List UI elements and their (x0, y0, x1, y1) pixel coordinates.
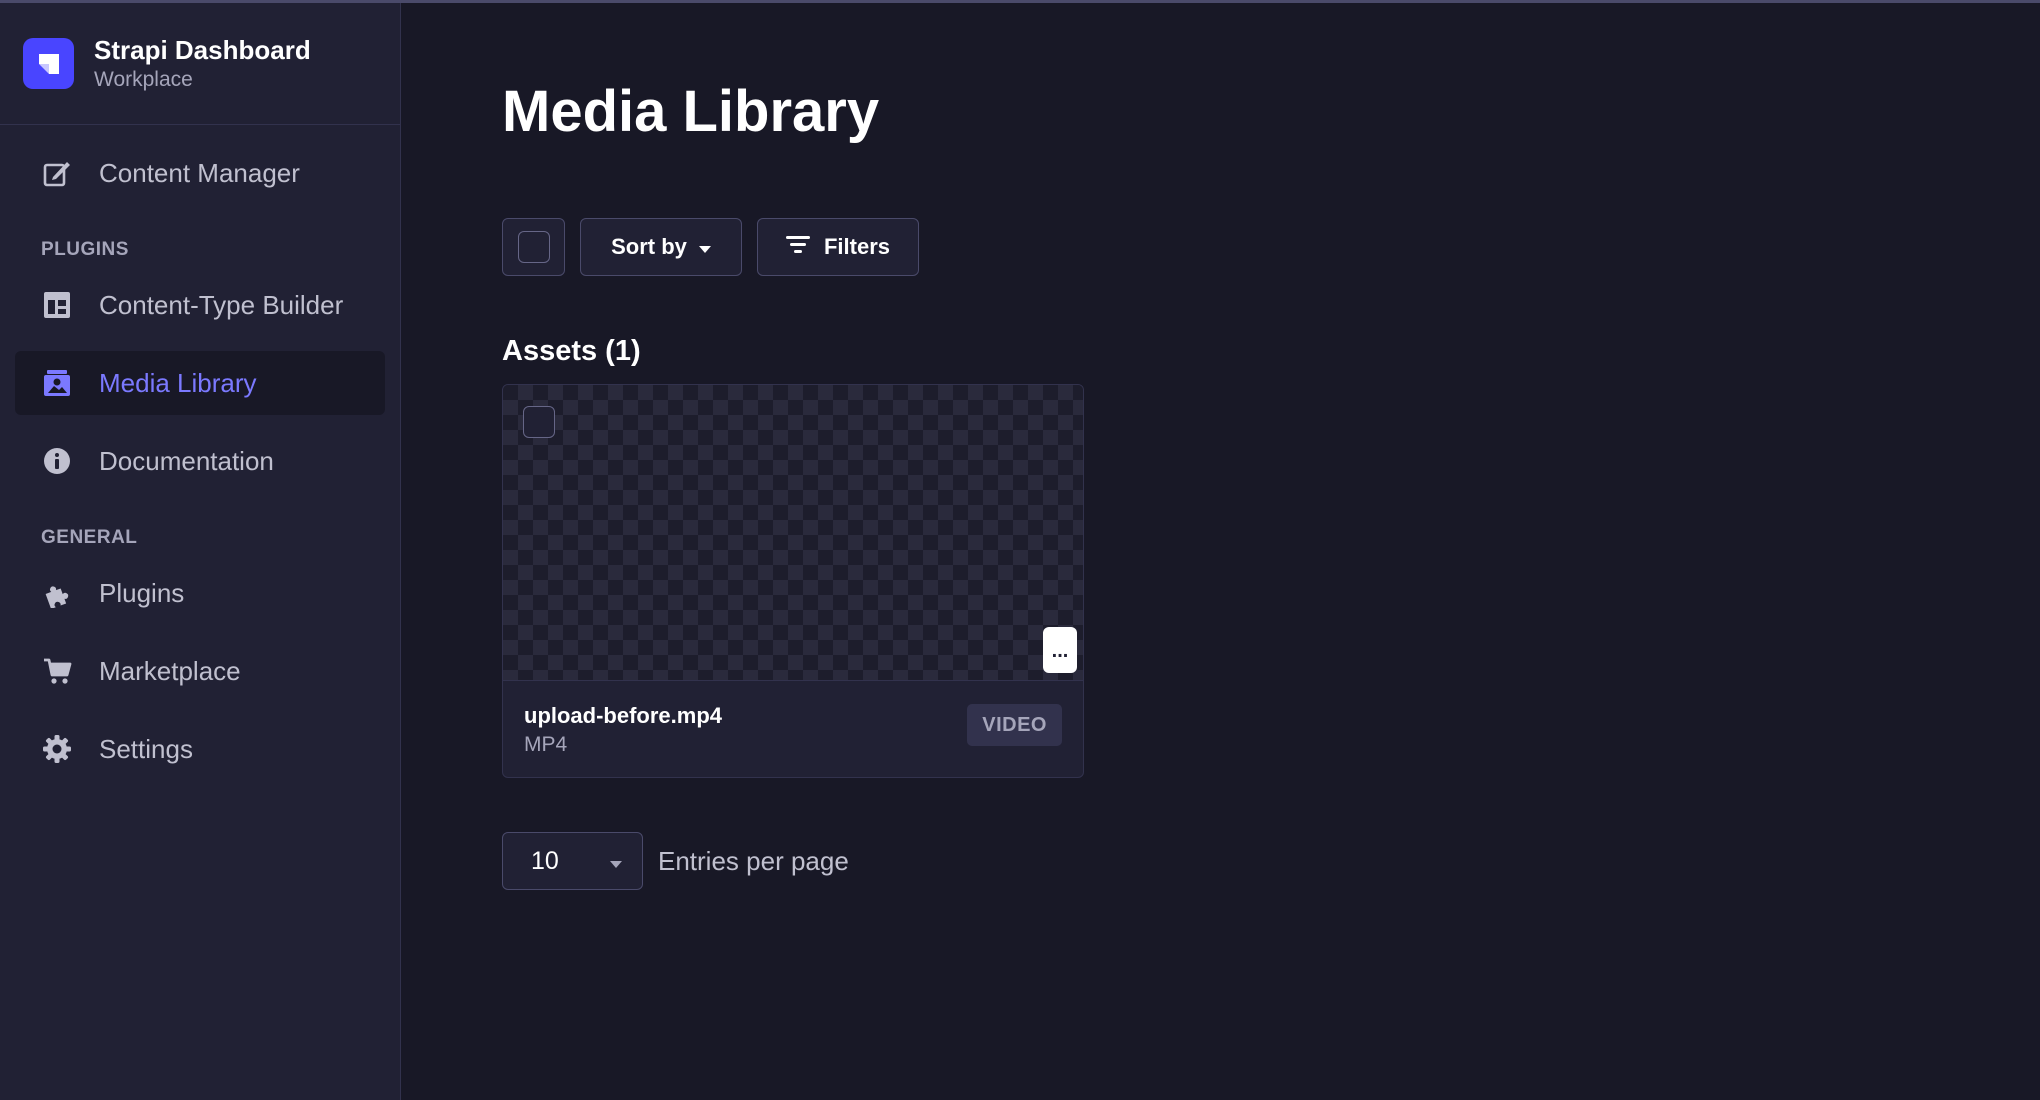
strapi-logo-icon (23, 38, 74, 89)
brand-subtitle: Workplace (94, 67, 193, 91)
sidebar-item-label: Settings (99, 733, 193, 764)
asset-card[interactable]: ... upload-before.mp4 MP4 VIDEO (502, 384, 1084, 778)
toolbar: Sort by Filters (502, 218, 919, 276)
sidebar-item-label: Documentation (99, 445, 274, 476)
pagination: 10 Entries per page (502, 832, 849, 890)
brand-header: Strapi Dashboard Workplace (0, 3, 400, 125)
entries-per-page-label: Entries per page (658, 845, 849, 876)
asset-type-badge: VIDEO (967, 704, 1062, 746)
puzzle-icon (41, 577, 73, 609)
main-content: Media Library Sort by Filters Assets (1)… (401, 3, 2040, 1100)
sort-by-label: Sort by (611, 234, 687, 259)
select-all-checkbox[interactable] (502, 218, 565, 276)
sidebar-item-content-type-builder[interactable]: Content-Type Builder (15, 273, 385, 337)
page-size-select[interactable]: 10 (502, 832, 643, 890)
more-actions-button[interactable]: ... (1043, 627, 1077, 673)
feather-edit-icon (41, 157, 73, 189)
sidebar-item-label: Content-Type Builder (99, 289, 344, 320)
filters-button[interactable]: Filters (757, 218, 919, 276)
info-icon (41, 445, 73, 477)
sort-by-button[interactable]: Sort by (580, 218, 742, 276)
asset-extension: MP4 (524, 733, 568, 756)
sidebar-item-settings[interactable]: Settings (15, 717, 385, 781)
sidebar-item-documentation[interactable]: Documentation (15, 429, 385, 493)
sidebar-item-label: Plugins (99, 577, 185, 608)
sidebar-item-plugins[interactable]: Plugins (15, 561, 385, 625)
page-size-value: 10 (531, 846, 559, 875)
cart-icon (41, 655, 73, 687)
section-label-plugins: PLUGINS (41, 239, 129, 260)
caret-down-icon (610, 847, 622, 876)
sidebar-item-marketplace[interactable]: Marketplace (15, 639, 385, 703)
image-icon (41, 367, 73, 399)
app-shell: Strapi Dashboard Workplace Content Manag… (0, 3, 2040, 1100)
sidebar: Strapi Dashboard Workplace Content Manag… (0, 3, 401, 1100)
sidebar-item-media-library[interactable]: Media Library (15, 351, 385, 415)
caret-down-icon (698, 234, 711, 260)
asset-select-checkbox[interactable] (523, 406, 555, 438)
page-title: Media Library (502, 79, 880, 144)
filters-label: Filters (823, 234, 891, 259)
sidebar-item-label: Content Manager (99, 157, 300, 188)
asset-name: upload-before.mp4 (524, 703, 723, 728)
sidebar-item-content-manager[interactable]: Content Manager (15, 141, 385, 205)
sidebar-item-label: Marketplace (99, 655, 241, 686)
section-label-general: GENERAL (41, 527, 138, 548)
layout-icon (41, 289, 73, 321)
sidebar-item-label: Media Library (99, 367, 257, 398)
gear-icon (41, 733, 73, 765)
checkbox-box (517, 231, 550, 263)
brand-title: Strapi Dashboard (94, 34, 311, 65)
assets-section-title: Assets (1) (502, 335, 641, 367)
sidebar-nav: Content Manager PLUGINS Content-Type Bui… (0, 141, 400, 781)
asset-preview[interactable] (503, 385, 1083, 681)
filter-icon (785, 234, 810, 260)
